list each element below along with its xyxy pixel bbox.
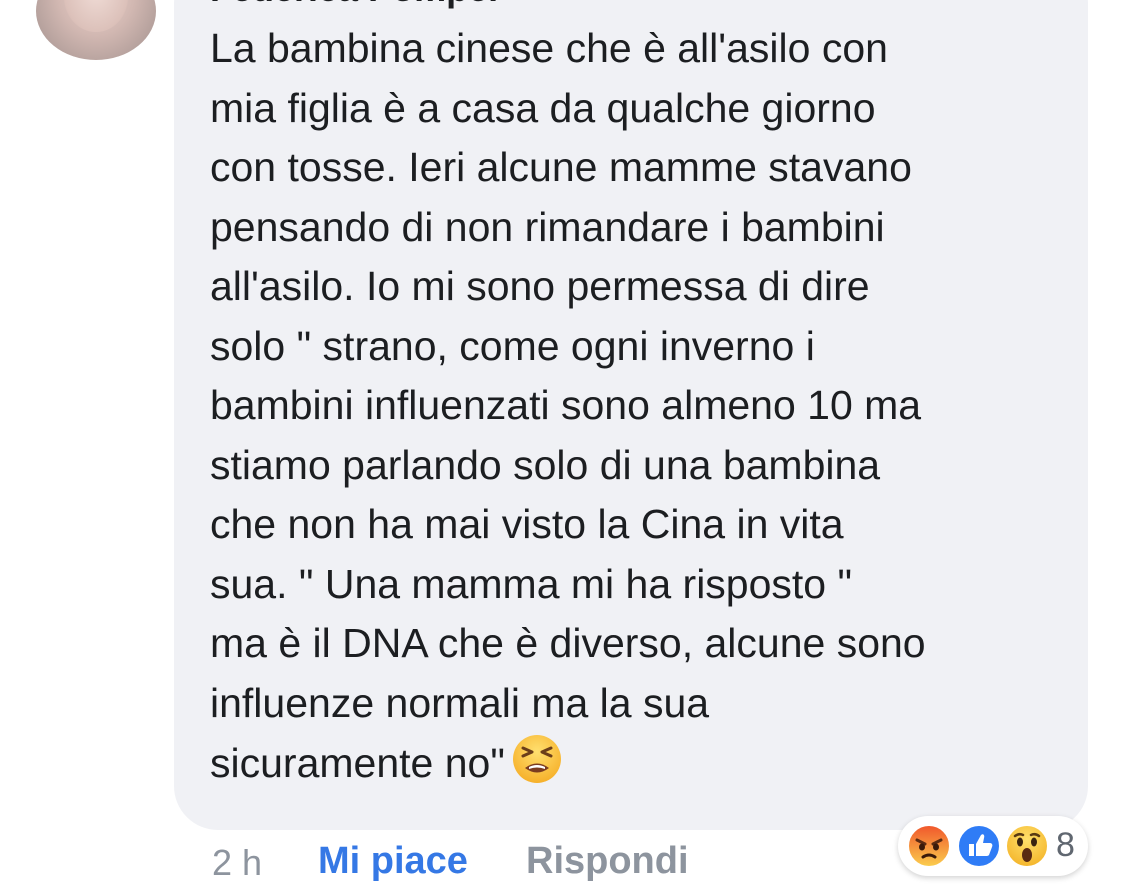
reply-button[interactable]: Rispondi <box>526 840 689 883</box>
like-button[interactable]: Mi piace <box>318 840 468 883</box>
author-avatar[interactable] <box>36 0 156 60</box>
comment-last-line: sicuramente no" <box>210 740 505 786</box>
comment-author-name[interactable]: Federica Pompei <box>210 0 498 10</box>
like-reaction-icon <box>957 824 1001 868</box>
reaction-count: 8 <box>1056 826 1075 864</box>
wow-reaction-icon <box>1005 824 1049 868</box>
tired-face-emoji <box>512 735 561 783</box>
avatar-face <box>64 0 128 32</box>
comment-text: La bambina cinese che è all'asilo con mi… <box>210 19 1070 794</box>
comment-body: La bambina cinese che è all'asilo con mi… <box>210 25 926 726</box>
angry-reaction-icon <box>907 824 951 868</box>
reactions-summary[interactable]: 8 <box>898 816 1088 876</box>
